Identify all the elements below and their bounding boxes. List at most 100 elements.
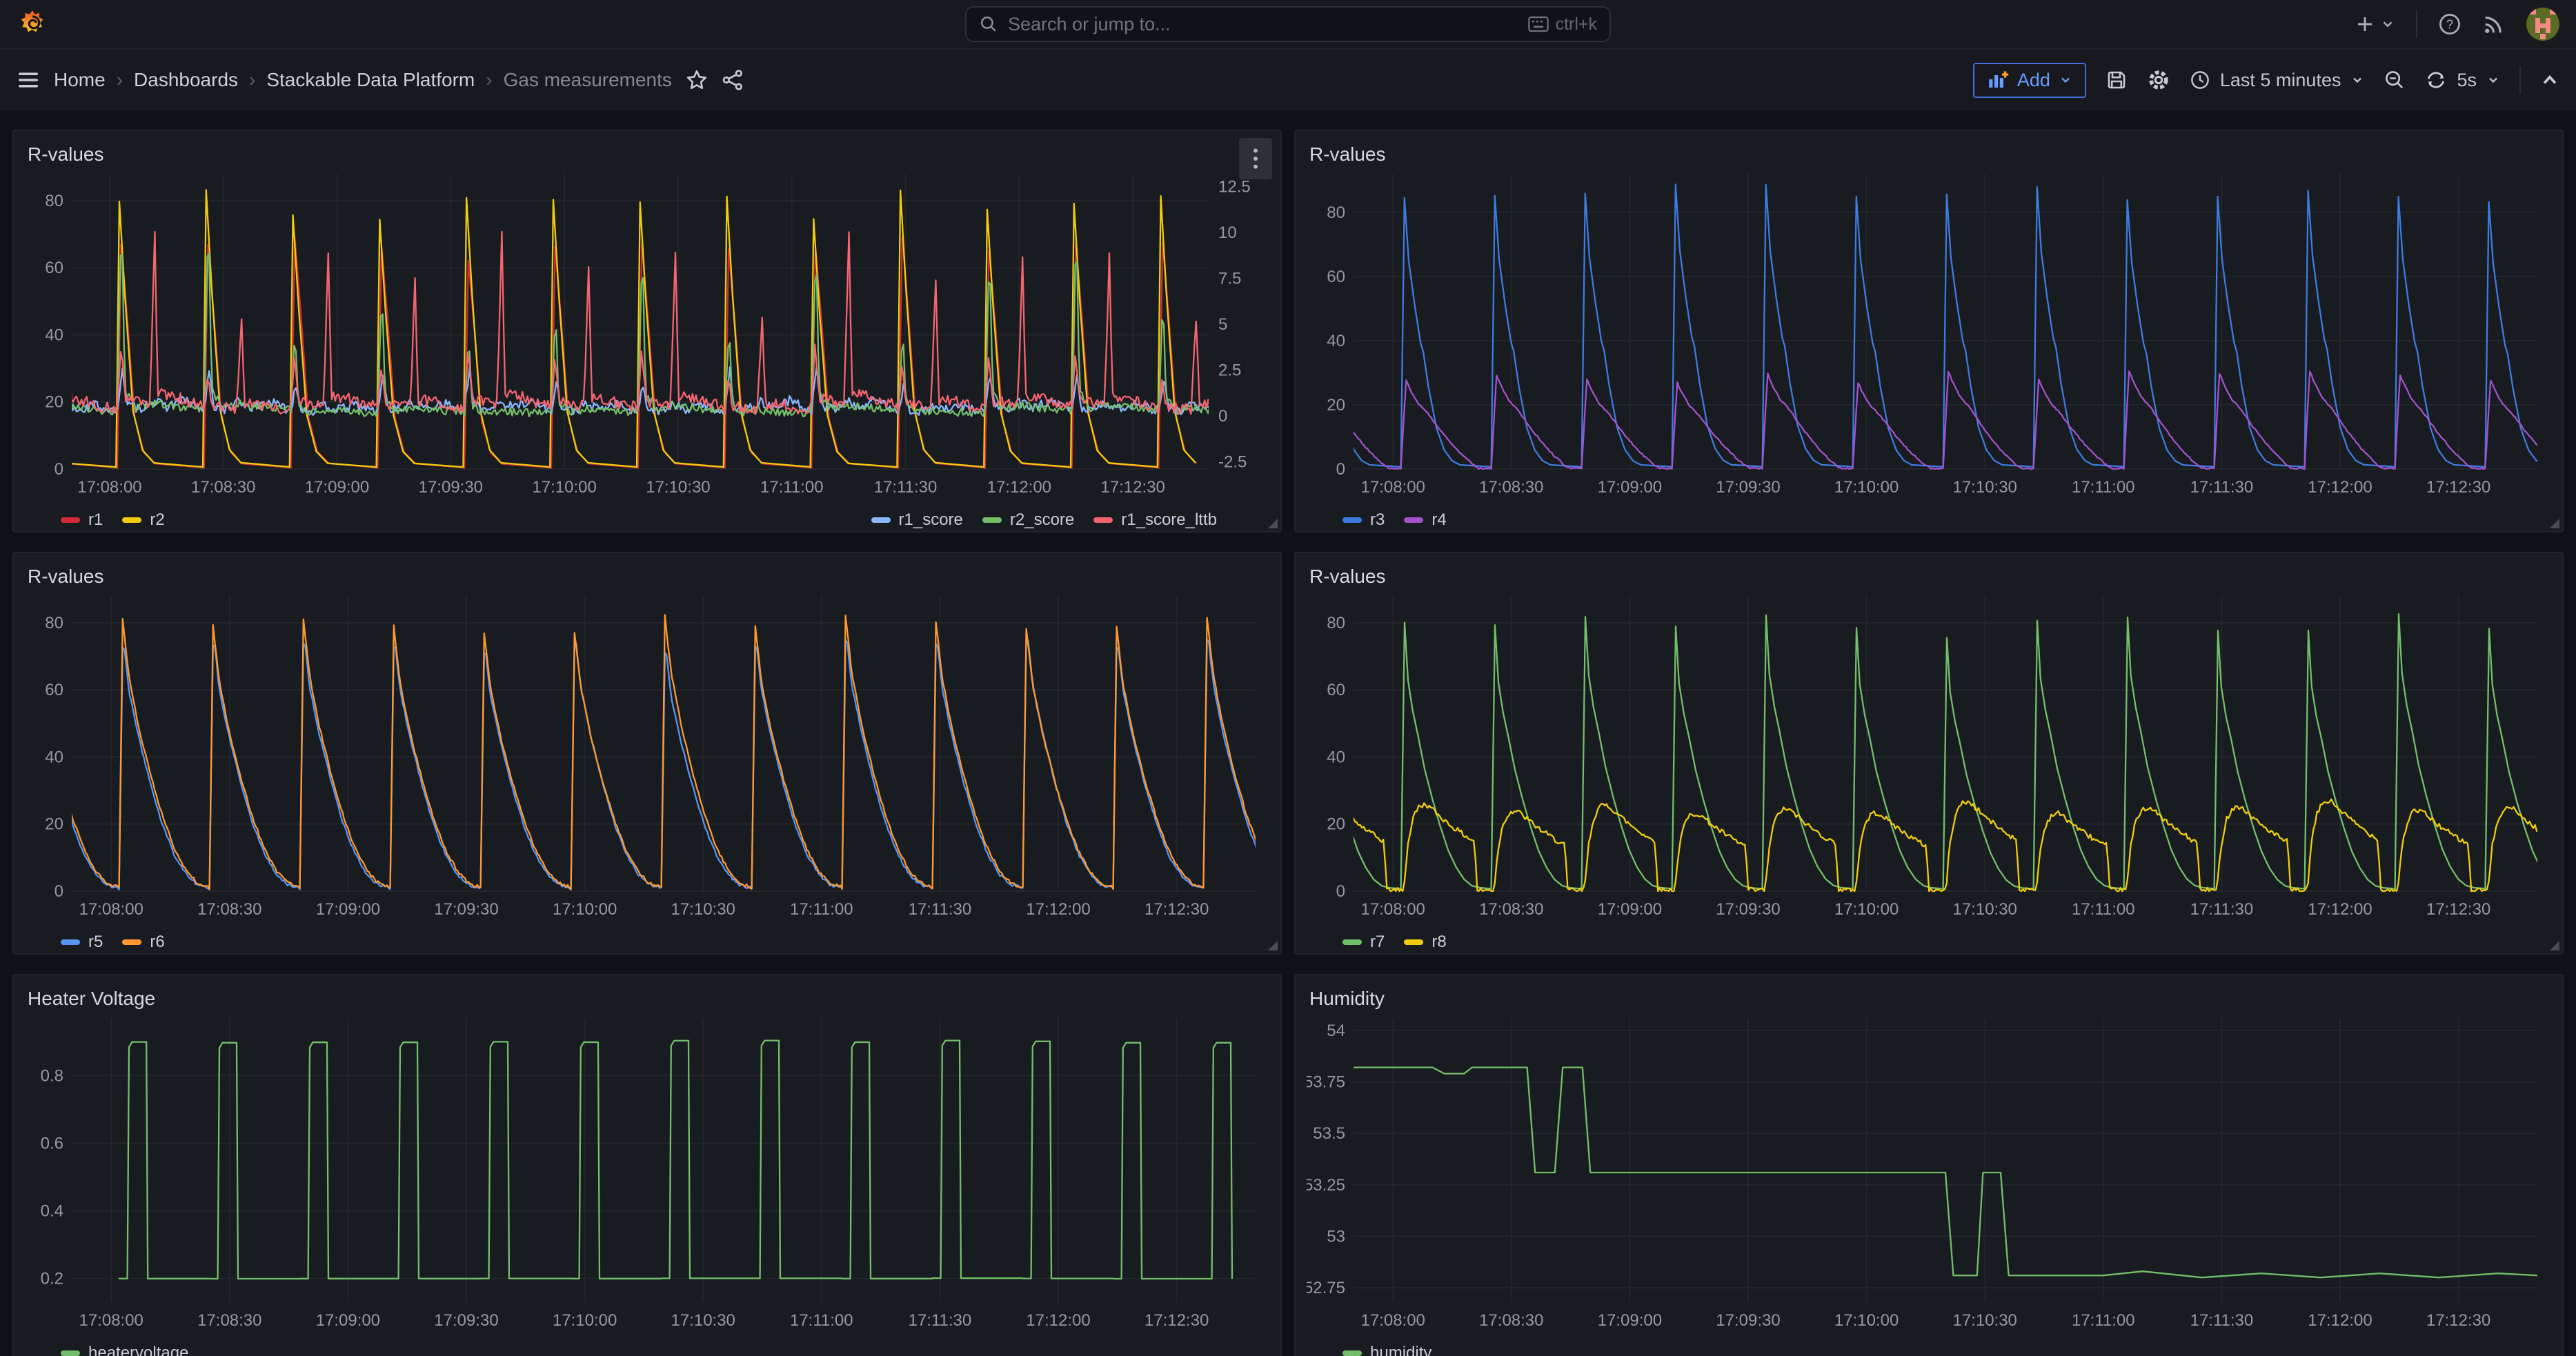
panel-chart: 02040608017:08:0017:08:3017:09:0017:09:3…: [25, 589, 1269, 920]
panel-title[interactable]: R-values: [1309, 566, 1385, 587]
svg-text:17:08:30: 17:08:30: [191, 478, 255, 497]
series-line-r2: [67, 190, 1195, 467]
breadcrumb-dashboards[interactable]: Dashboards: [134, 69, 238, 91]
favorite-button[interactable]: [686, 69, 708, 91]
panel-resize-handle[interactable]: [1268, 941, 1278, 950]
breadcrumb-home[interactable]: Home: [54, 69, 106, 91]
svg-text:17:08:30: 17:08:30: [1479, 478, 1543, 497]
legend-label: heatervoltage: [88, 1344, 188, 1356]
svg-text:0: 0: [55, 882, 63, 901]
legend-item-r2_score[interactable]: r2_score: [982, 510, 1074, 530]
star-icon: [686, 69, 708, 91]
svg-text:17:08:00: 17:08:00: [77, 478, 141, 497]
panel-r1-r2-r1_score-r2_score-r1_score_lttb: R-values020406080-2.502.557.51012.517:08…: [12, 130, 1282, 532]
svg-text:17:08:30: 17:08:30: [197, 1311, 261, 1330]
save-icon: [2106, 69, 2128, 91]
mega-menu-button[interactable]: [17, 70, 40, 90]
legend-item-r7[interactable]: r7: [1343, 933, 1385, 952]
legend-item-humidity[interactable]: humidity: [1343, 1344, 1431, 1356]
svg-text:17:09:30: 17:09:30: [1716, 478, 1780, 497]
svg-text:7.5: 7.5: [1218, 270, 1241, 288]
news-button[interactable]: [2482, 12, 2506, 36]
breadcrumb-separator: ›: [249, 69, 255, 91]
svg-text:53.25: 53.25: [1307, 1176, 1345, 1195]
breadcrumb-separator: ›: [117, 69, 123, 91]
legend-label: r4: [1431, 510, 1446, 530]
refresh-button[interactable]: 5s: [2425, 69, 2500, 91]
panel-chart: 020406080-2.502.557.51012.517:08:0017:08…: [25, 167, 1269, 498]
panel-resize-handle[interactable]: [1268, 519, 1278, 528]
legend-label: r2_score: [1010, 510, 1074, 530]
search-box[interactable]: ctrl+k: [965, 6, 1611, 42]
share-button[interactable]: [722, 69, 744, 91]
panel-title[interactable]: Heater Voltage: [28, 988, 155, 1009]
legend-item-r5[interactable]: r5: [61, 933, 103, 952]
legend-color-pill: [122, 517, 141, 523]
svg-text:17:09:30: 17:09:30: [1716, 1311, 1780, 1330]
legend-item-r6[interactable]: r6: [122, 933, 164, 952]
legend-color-pill: [1343, 939, 1362, 945]
shortcut-label: ctrl+k: [1556, 14, 1597, 34]
legend-label: r1: [88, 510, 103, 530]
legend-item-heatervoltage[interactable]: heatervoltage: [61, 1344, 188, 1356]
dashboard-settings-button[interactable]: [2147, 68, 2170, 92]
svg-text:17:11:00: 17:11:00: [2072, 900, 2135, 919]
svg-text:0.2: 0.2: [41, 1270, 63, 1288]
svg-text:80: 80: [45, 614, 63, 632]
new-menu-button[interactable]: [2354, 13, 2395, 35]
save-dashboard-button[interactable]: [2106, 69, 2128, 91]
search-input[interactable]: [1008, 14, 1518, 35]
legend-item-r3[interactable]: r3: [1343, 510, 1385, 530]
breadcrumb: Home › Dashboards › Stackable Data Platf…: [54, 69, 672, 91]
svg-text:17:08:30: 17:08:30: [1479, 1311, 1543, 1330]
legend-label: r1_score_lttb: [1121, 510, 1217, 530]
svg-text:0: 0: [55, 460, 63, 479]
legend-item-r1[interactable]: r1: [61, 510, 103, 530]
legend-item-r1_score_lttb[interactable]: r1_score_lttb: [1093, 510, 1217, 530]
svg-text:52.75: 52.75: [1307, 1279, 1345, 1297]
svg-text:17:09:00: 17:09:00: [305, 478, 369, 497]
panel-legend: heatervoltage: [14, 1337, 1280, 1356]
toolbar-right: Add: [1973, 63, 2559, 98]
svg-text:60: 60: [45, 259, 63, 277]
panel-resize-handle[interactable]: [2550, 941, 2559, 950]
time-range-picker[interactable]: Last 5 minutes: [2190, 70, 2365, 91]
svg-text:60: 60: [1327, 268, 1345, 286]
grafana-logo[interactable]: [17, 8, 50, 41]
panel-resize-handle[interactable]: [2550, 519, 2559, 528]
svg-text:17:10:30: 17:10:30: [646, 478, 710, 497]
top-nav-right: ?: [2354, 8, 2559, 41]
series-line-r7: [1342, 614, 2548, 889]
svg-text:17:12:30: 17:12:30: [2426, 900, 2490, 919]
legend-item-r4[interactable]: r4: [1404, 510, 1446, 530]
rss-icon: [2482, 12, 2506, 36]
collapse-toolbar-button[interactable]: [2540, 70, 2559, 90]
svg-text:17:10:30: 17:10:30: [671, 900, 735, 919]
panel-title[interactable]: R-values: [28, 566, 103, 587]
search-shortcut: ctrl+k: [1528, 14, 1597, 34]
breadcrumb-folder[interactable]: Stackable Data Platform: [266, 69, 475, 91]
user-avatar[interactable]: [2526, 8, 2559, 41]
svg-text:0.8: 0.8: [41, 1066, 63, 1085]
panel-title[interactable]: R-values: [28, 143, 103, 165]
help-button[interactable]: ?: [2438, 12, 2461, 36]
svg-text:0: 0: [1336, 882, 1345, 901]
add-button[interactable]: Add: [1973, 63, 2086, 98]
legend-item-r8[interactable]: r8: [1404, 933, 1446, 952]
panel-title[interactable]: Humidity: [1309, 988, 1385, 1009]
panel-menu-button[interactable]: [1239, 138, 1272, 179]
svg-text:17:10:00: 17:10:00: [1834, 478, 1899, 497]
panel-header: R-values: [14, 131, 1280, 167]
svg-text:?: ?: [2446, 17, 2453, 31]
panel-title[interactable]: R-values: [1309, 143, 1385, 165]
svg-text:17:10:00: 17:10:00: [553, 1311, 617, 1330]
legend-item-r1_score[interactable]: r1_score: [871, 510, 963, 530]
time-range-label: Last 5 minutes: [2220, 70, 2341, 91]
svg-text:17:12:00: 17:12:00: [2308, 900, 2372, 919]
svg-text:17:08:00: 17:08:00: [1360, 900, 1425, 919]
legend-item-r2[interactable]: r2: [122, 510, 164, 530]
svg-text:17:11:30: 17:11:30: [874, 478, 938, 497]
dashboard-grid: R-values020406080-2.502.557.51012.517:08…: [0, 110, 2576, 1356]
zoom-out-button[interactable]: [2384, 69, 2406, 91]
chevron-down-icon: [2059, 73, 2072, 87]
